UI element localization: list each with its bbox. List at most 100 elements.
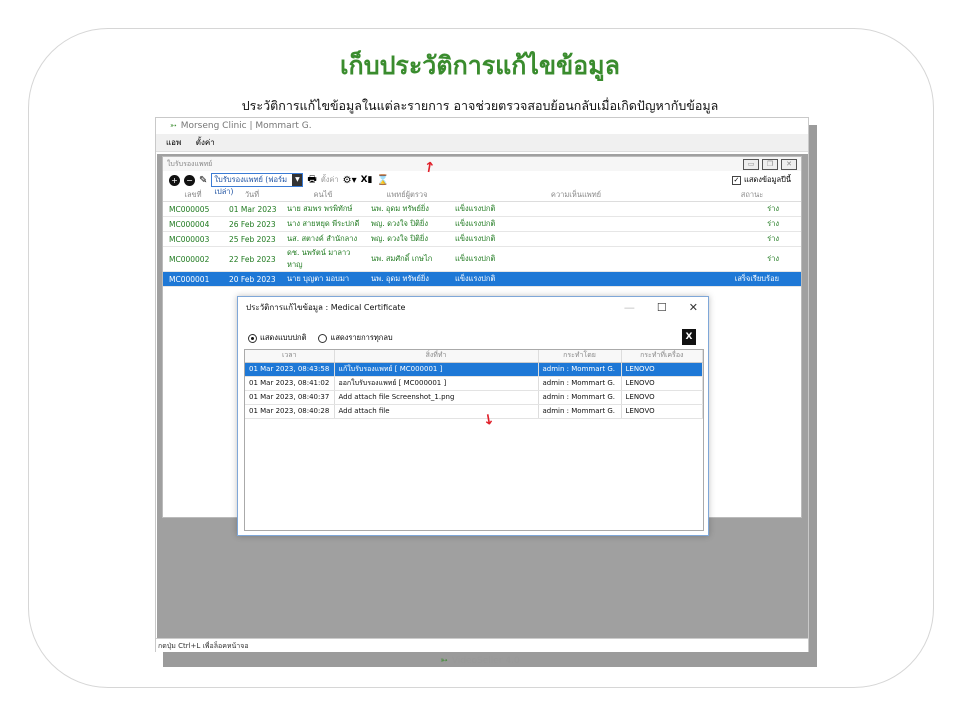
- status-bar: กดปุ่ม Ctrl+L เพื่อล็อคหน้าจอ: [156, 638, 808, 652]
- minimize-icon[interactable]: —: [624, 297, 635, 319]
- history-table: เวลา สิ่งที่ทำ กระทำโดย กระทำที่เครื่อง …: [245, 350, 703, 419]
- cell-status: เสร็จเรียบร้อย: [703, 271, 801, 287]
- chevron-down-icon[interactable]: ▼: [292, 174, 303, 186]
- cell-patient: ดช. นพรัตน์ มาลาวหาญ: [281, 246, 365, 272]
- show-all-label: แสดงข้อมูลปีนี้: [743, 175, 791, 184]
- footer-brand: ➳ VideoSeller 4.0: [0, 656, 960, 666]
- radio-all-view[interactable]: แสดงรายการทุกลบ: [318, 332, 393, 344]
- history-row[interactable]: 01 Mar 2023, 08:40:28 Add attach file ad…: [245, 404, 703, 419]
- col-user[interactable]: กระทำโดย: [538, 350, 622, 363]
- dialog-title: ประวัติการแก้ไขข้อมูล : Medical Certific…: [246, 303, 406, 312]
- cell-opinion: แข็งแรงปกติ: [449, 246, 703, 272]
- cell-user: admin : Mommart G.: [538, 390, 622, 405]
- settings-label[interactable]: ตั้งค่า: [321, 174, 339, 186]
- radio-normal-label: แสดงแบบปกติ: [260, 333, 307, 342]
- minimize-icon[interactable]: ▭: [743, 159, 759, 170]
- close-icon[interactable]: ✕: [781, 159, 797, 170]
- maximize-icon[interactable]: ☐: [657, 297, 667, 319]
- cell-patient: นาง สายหยุด พีระปกดี: [281, 216, 365, 232]
- cell-time: 01 Mar 2023, 08:40:28: [245, 404, 335, 419]
- history-row[interactable]: 01 Mar 2023, 08:41:02 ออกใบรับรองแพทย์ […: [245, 376, 703, 391]
- gear-icon[interactable]: ⚙▾: [343, 175, 357, 186]
- page-subtitle: ประวัติการแก้ไขข้อมูลในแต่ละรายการ อาจช่…: [241, 98, 719, 113]
- history-table-frame: เวลา สิ่งที่ทำ กระทำโดย กระทำที่เครื่อง …: [244, 349, 704, 531]
- cell-date: 25 Feb 2023: [223, 231, 281, 247]
- add-icon[interactable]: +: [169, 174, 180, 186]
- cell-opinion: แข็งแรงปกติ: [449, 271, 703, 287]
- edit-pencil-icon[interactable]: ✎: [199, 175, 207, 186]
- certificate-table: เลขที่ วันที่ คนไข้ แพทย์ผู้ตรวจ ความเห็…: [163, 189, 801, 287]
- cell-time: 01 Mar 2023, 08:40:37: [245, 390, 335, 405]
- cell-status: ร่าง: [703, 246, 801, 272]
- col-opinion[interactable]: ความเห็นแพทย์: [449, 189, 703, 202]
- cell-doctor: พญ. ดวงใจ ปิติยิ่ง: [365, 216, 449, 232]
- cell-patient: นาย บุญตา มอบมา: [281, 271, 365, 287]
- cell-number: MC000001: [163, 271, 223, 287]
- radio-all[interactable]: [318, 333, 328, 343]
- table-row[interactable]: MC000003 25 Feb 2023 นส. สตางค์ สำนักลาง…: [163, 231, 801, 247]
- footer-brand-text: VideoSeller 4.0: [451, 656, 520, 666]
- menu-settings[interactable]: ตั้งค่า: [196, 138, 215, 147]
- cell-number: MC000005: [163, 201, 223, 217]
- cell-action: Add attach file: [334, 404, 539, 419]
- col-doctor[interactable]: แพทย์ผู้ตรวจ: [365, 189, 449, 202]
- dialog-window-controls: — ☐ ✕: [624, 297, 698, 319]
- cell-date: 20 Feb 2023: [223, 271, 281, 287]
- dialog-titlebar: ประวัติการแก้ไขข้อมูล : Medical Certific…: [238, 297, 708, 321]
- cell-opinion: แข็งแรงปกติ: [449, 216, 703, 232]
- cell-patient: นาย สมพร พรพิทักษ์: [281, 201, 365, 217]
- inner-titlebar: ใบรับรองแพทย์ ▭ ❐ ✕: [163, 157, 801, 171]
- remove-icon[interactable]: −: [184, 174, 195, 186]
- cell-machine: LENOVO: [621, 362, 703, 377]
- history-hourglass-icon[interactable]: ⌛: [377, 175, 389, 186]
- radio-normal[interactable]: [248, 333, 257, 343]
- page-title: เก็บประวัติการแก้ไขข้อมูล: [340, 51, 620, 80]
- cell-number: MC000004: [163, 216, 223, 232]
- print-icon[interactable]: 🖶: [307, 172, 316, 189]
- form-template-select[interactable]: ใบรับรองแพทย์ (ฟอร์มเปล่า) ▼: [211, 173, 304, 196]
- cell-action: ออกใบรับรองแพทย์ [ MC000001 ]: [334, 376, 539, 391]
- cell-date: 01 Mar 2023: [223, 201, 281, 217]
- table-row[interactable]: MC000002 22 Feb 2023 ดช. นพรัตน์ มาลาวหา…: [163, 246, 801, 272]
- view-mode-radios: แสดงแบบปกติ แสดงรายการทุกลบ X: [238, 327, 708, 349]
- cell-date: 26 Feb 2023: [223, 216, 281, 232]
- cell-status: ร่าง: [703, 231, 801, 247]
- cell-opinion: แข็งแรงปกติ: [449, 231, 703, 247]
- cell-action: Add attach file Screenshot_1.png: [334, 390, 539, 405]
- cell-status: ร่าง: [703, 216, 801, 232]
- cell-action: แก้ใบรับรองแพทย์ [ MC000001 ]: [334, 362, 539, 377]
- cell-time: 01 Mar 2023, 08:43:58: [245, 362, 335, 377]
- history-dialog: ประวัติการแก้ไขข้อมูล : Medical Certific…: [237, 296, 709, 536]
- cell-machine: LENOVO: [621, 390, 703, 405]
- window-titlebar: ➳ Morseng Clinic | Mommart G.: [156, 118, 808, 134]
- cell-number: MC000003: [163, 231, 223, 247]
- show-all-toggle[interactable]: ✓ แสดงข้อมูลปีนี้: [731, 174, 791, 186]
- col-time[interactable]: เวลา: [245, 350, 335, 363]
- cell-date: 22 Feb 2023: [223, 246, 281, 272]
- table-row[interactable]: MC000004 26 Feb 2023 นาง สายหยุด พีระปกด…: [163, 216, 801, 232]
- radio-normal-view[interactable]: แสดงแบบปกติ: [248, 332, 306, 344]
- history-row-selected[interactable]: 01 Mar 2023, 08:43:58 แก้ใบรับรองแพทย์ […: [245, 362, 703, 377]
- window-title: Morseng Clinic | Mommart G.: [180, 121, 312, 131]
- restore-icon[interactable]: ❐: [762, 159, 778, 170]
- history-row[interactable]: 01 Mar 2023, 08:40:37 Add attach file Sc…: [245, 390, 703, 405]
- col-action[interactable]: สิ่งที่ทำ: [334, 350, 539, 363]
- cell-doctor: พญ. ดวงใจ ปิติยิ่ง: [365, 231, 449, 247]
- cell-doctor: นพ. สมศักดิ์ เกษไก: [365, 246, 449, 272]
- excel-icon[interactable]: X▮: [361, 175, 373, 185]
- menu-app[interactable]: แอพ: [166, 138, 181, 147]
- inner-window-controls: ▭ ❐ ✕: [743, 159, 797, 170]
- table-row-selected[interactable]: MC000001 20 Feb 2023 นาย บุญตา มอบมา นพ.…: [163, 271, 801, 287]
- close-icon[interactable]: ✕: [689, 297, 698, 319]
- cell-user: admin : Mommart G.: [538, 362, 622, 377]
- cell-machine: LENOVO: [621, 404, 703, 419]
- cell-doctor: นพ. อุดม ทรัพย์ยิ่ง: [365, 201, 449, 217]
- col-status[interactable]: สถานะ: [703, 189, 801, 202]
- excel-export-icon[interactable]: X: [682, 329, 696, 345]
- col-machine[interactable]: กระทำที่เครื่อง: [621, 350, 703, 363]
- cell-time: 01 Mar 2023, 08:41:02: [245, 376, 335, 391]
- table-row[interactable]: MC000005 01 Mar 2023 นาย สมพร พรพิทักษ์ …: [163, 201, 801, 217]
- col-patient[interactable]: คนไข้: [281, 189, 365, 202]
- cell-number: MC000002: [163, 246, 223, 272]
- show-all-checkbox[interactable]: ✓: [731, 175, 741, 185]
